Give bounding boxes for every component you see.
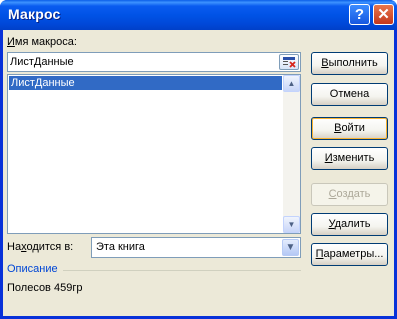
scroll-down-button[interactable]: ▼ — [283, 216, 300, 233]
description-text: Полесов 459гр — [7, 282, 83, 294]
close-button[interactable]: ✕ — [373, 4, 394, 25]
location-dropdown-value: Эта книга — [96, 241, 145, 253]
options-button-accel: П — [315, 248, 324, 260]
range-select-icon — [283, 57, 296, 68]
macro-list[interactable]: ЛистДанные ▲ ▼ — [7, 74, 301, 234]
cancel-button[interactable]: Отмена — [311, 83, 388, 106]
scroll-up-button[interactable]: ▲ — [283, 75, 300, 92]
chevron-down-icon: ▼ — [285, 242, 296, 253]
delete-button-label: далить — [334, 218, 371, 230]
macro-name-label-accel: И — [7, 36, 15, 48]
location-label: Находится в: — [7, 241, 73, 253]
delete-button[interactable]: Удалить — [311, 213, 388, 236]
help-icon: ? — [354, 6, 365, 23]
dialog-body: Имя макроса: ЛистДанные ▲ — [3, 30, 394, 316]
location-dropdown-button[interactable]: ▼ — [282, 239, 299, 256]
title-bar[interactable]: Макрос ? ✕ — [0, 0, 397, 30]
list-item[interactable]: ЛистДанные — [9, 76, 282, 90]
edit-button-label: зменить — [332, 152, 375, 164]
macro-name-input[interactable] — [10, 54, 272, 70]
create-button-label: оздать — [336, 188, 371, 200]
macro-name-label: Имя макроса: — [7, 36, 77, 48]
chevron-down-icon: ▼ — [287, 220, 296, 229]
run-button-accel: В — [321, 57, 329, 69]
create-button-accel: С — [328, 188, 337, 200]
options-button-label: араметры... — [323, 248, 384, 260]
macro-name-label-text: мя макроса: — [14, 36, 77, 48]
window-title: Макрос — [8, 6, 61, 22]
edit-button-accel: И — [324, 152, 333, 164]
collapse-dialog-button[interactable] — [279, 54, 299, 70]
macro-name-field[interactable] — [7, 52, 301, 72]
chevron-up-icon: ▲ — [287, 79, 296, 88]
options-button[interactable]: Параметры... — [311, 243, 388, 266]
location-label-pre: На — [7, 241, 22, 253]
cancel-button-label: Отмена — [329, 88, 370, 100]
close-icon: ✕ — [377, 6, 390, 23]
create-button[interactable]: Создать — [311, 183, 388, 206]
step-into-button-label: ойти — [341, 122, 365, 134]
run-button-label: ыполнить — [328, 57, 378, 69]
step-into-button[interactable]: Войти — [311, 117, 388, 140]
list-scrollbar[interactable]: ▲ ▼ — [283, 75, 300, 233]
macro-dialog: Макрос ? ✕ Имя макроса: ЛистДанные ЛистД… — [0, 0, 397, 319]
description-heading: Описание — [7, 263, 58, 275]
description-divider — [63, 270, 301, 271]
location-label-text: одится в: — [26, 241, 74, 253]
run-button[interactable]: Выполнить — [311, 52, 388, 75]
help-button[interactable]: ? — [349, 4, 370, 25]
edit-button[interactable]: Изменить — [311, 147, 388, 170]
location-dropdown[interactable]: Эта книга ▼ — [91, 237, 301, 258]
